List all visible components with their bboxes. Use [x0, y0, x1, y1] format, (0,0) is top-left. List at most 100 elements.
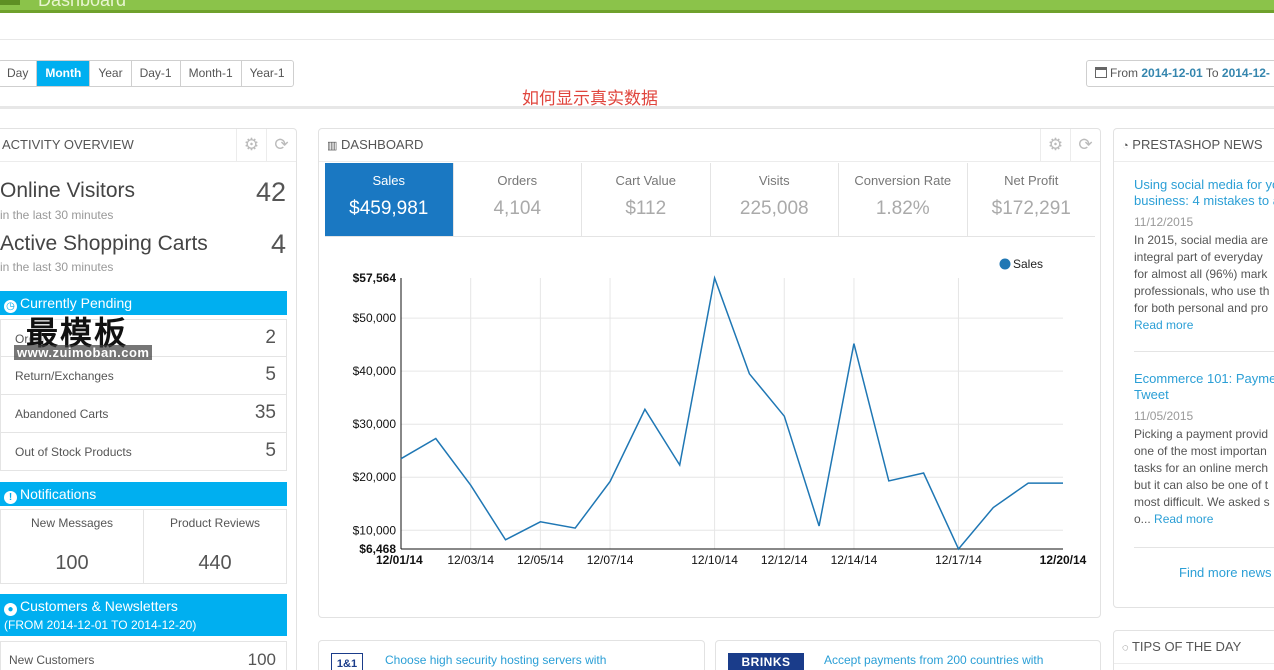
gear-icon[interactable]: ⚙: [1040, 129, 1070, 161]
news-date: 11/05/2015: [1134, 409, 1194, 423]
news-body-line: In 2015, social media are: [1134, 233, 1269, 247]
x-tick-label: 12/17/14: [935, 553, 982, 567]
pending-row-abandoned-carts[interactable]: Abandoned Carts 35: [0, 395, 287, 433]
read-more-link[interactable]: Read more: [1134, 317, 1274, 334]
news-item-title[interactable]: Using social media for you business: 4 m…: [1134, 177, 1274, 209]
bar-chart-icon: ▥: [327, 140, 338, 152]
news-title-line: Ecommerce 101: Payment: [1134, 371, 1274, 386]
sub-bar: [0, 16, 1274, 40]
pending-row-out-of-stock[interactable]: Out of Stock Products 5: [0, 433, 287, 471]
product-reviews-cell[interactable]: Product Reviews 440: [144, 510, 286, 583]
promo-hosting[interactable]: 1&1 Choose high security hosting servers…: [318, 640, 705, 670]
new-messages-cell[interactable]: New Messages 100: [1, 510, 144, 583]
news-header: ◔ PRESTASHOP NEWS: [1114, 129, 1274, 162]
x-tick-label: 12/20/14: [1040, 553, 1087, 567]
y-tick-label: $20,000: [353, 470, 397, 484]
active-carts-label: Active Shopping Carts: [0, 232, 208, 255]
kpi-value: $172,291: [991, 198, 1071, 219]
kpi-label: Sales: [372, 173, 406, 188]
activity-overview-header: ACTIVITY OVERVIEW ⚙ ⟳: [0, 129, 296, 162]
online-visitors-label: Online Visitors: [0, 179, 136, 202]
period-year-button[interactable]: Year: [90, 61, 132, 86]
gear-icon[interactable]: ⚙: [236, 129, 266, 161]
promo-payments[interactable]: BRINKS Accept payments from 200 countrie…: [715, 640, 1101, 670]
kpi-tabs: Sales $459,981 Orders 4,104 Cart Value $…: [325, 163, 1095, 237]
refresh-icon[interactable]: ⟳: [1070, 129, 1100, 161]
kpi-visits[interactable]: Visits 225,008: [711, 163, 839, 236]
kpi-label: Net Profit: [1004, 173, 1059, 188]
x-tick-label: 12/05/14: [517, 553, 564, 567]
tips-title: TIPS OF THE DAY: [1131, 639, 1242, 654]
date-from: 2014-12-01: [1141, 66, 1203, 80]
exclamation-icon: !: [4, 491, 17, 504]
pending-row-returns[interactable]: Return/Exchanges 5: [0, 357, 287, 395]
customers-value: 100: [247, 650, 276, 669]
top-bar: Dashboard: [0, 0, 1274, 13]
pending-label: Abandoned Carts: [15, 407, 109, 421]
customers-title: Customers & Newsletters: [20, 598, 178, 614]
activity-overview-title: ACTIVITY OVERVIEW: [2, 137, 134, 152]
y-tick-label: $50,000: [353, 311, 397, 325]
x-tick-label: 12/10/14: [691, 553, 738, 567]
kpi-conversion-rate[interactable]: Conversion Rate 1.82%: [839, 163, 968, 236]
x-tick-label: 12/03/14: [447, 553, 494, 567]
rss-icon: ◔: [1122, 140, 1129, 152]
notif-label: New Messages: [30, 516, 114, 530]
date-to: 2014-12-: [1221, 66, 1270, 80]
active-carts-value: 4: [270, 229, 286, 259]
find-more-news-link[interactable]: Find more news: [1179, 565, 1271, 580]
read-more-link[interactable]: Read more: [1154, 512, 1213, 526]
news-body-line: for almost all (96%) mark: [1134, 267, 1268, 281]
period-button-group: Day Month Year Day-1 Month-1 Year-1: [0, 60, 294, 87]
date-from-label: From: [1110, 66, 1138, 80]
pending-value: 5: [265, 440, 276, 461]
news-body-tail: o...: [1134, 512, 1151, 526]
customers-subtitle: (FROM 2014-12-01 TO 2014-12-20): [4, 618, 197, 632]
x-tick-label: 12/14/14: [831, 553, 878, 567]
divider: [0, 106, 1274, 109]
refresh-icon[interactable]: ⟳: [266, 129, 296, 161]
period-month-prev-button[interactable]: Month-1: [181, 61, 242, 86]
tips-header: ◌ TIPS OF THE DAY: [1114, 631, 1274, 664]
promo-logo: BRINKS: [728, 653, 804, 670]
active-carts-sub: in the last 30 minutes: [0, 260, 114, 274]
kpi-sales[interactable]: Sales $459,981: [325, 163, 454, 236]
news-body-line: professionals, who use th: [1134, 284, 1270, 298]
period-year-prev-button[interactable]: Year-1: [242, 61, 293, 86]
kpi-orders[interactable]: Orders 4,104: [454, 163, 582, 236]
period-day-prev-button[interactable]: Day-1: [132, 61, 181, 86]
y-tick-label: $30,000: [353, 417, 397, 431]
menu-toggle[interactable]: [0, 0, 20, 5]
online-visitors-value: 42: [255, 177, 286, 207]
promo-text: Choose high security hosting servers wit…: [385, 653, 607, 667]
notifications-box: New Messages 100 Product Reviews 440: [0, 509, 287, 584]
kpi-value: $459,981: [349, 198, 429, 219]
kpi-cart-value[interactable]: Cart Value $112: [582, 163, 711, 236]
user-icon: ●: [4, 603, 17, 616]
period-month-button[interactable]: Month: [37, 61, 91, 86]
legend-marker: [999, 258, 1011, 270]
period-day-button[interactable]: Day: [0, 61, 38, 86]
promo-text: Accept payments from 200 countries with: [824, 653, 1044, 667]
customers-newsletters-header[interactable]: ● Customers & Newsletters (FROM 2014-12-0…: [0, 594, 287, 636]
x-tick-label: 12/01/14: [376, 553, 423, 567]
pending-value: 2: [265, 327, 276, 348]
online-visitors-sub: in the last 30 minutes: [0, 208, 114, 222]
news-divider: [1134, 351, 1274, 352]
news-item-title[interactable]: Ecommerce 101: Payment Tweet: [1134, 371, 1274, 403]
news-body-line: Picking a payment provid: [1134, 427, 1269, 441]
news-body-line: integral part of everyday: [1134, 250, 1263, 264]
date-range-picker[interactable]: From 2014-12-01 To 2014-12-: [1086, 60, 1274, 87]
dashboard-header: ▥ DASHBOARD ⚙ ⟳: [319, 129, 1100, 162]
news-body-line: one of the most importan: [1134, 444, 1267, 458]
new-customers-row[interactable]: New Customers 100: [0, 641, 287, 670]
notif-label: Product Reviews: [169, 516, 261, 530]
kpi-net-profit[interactable]: Net Profit $172,291: [968, 163, 1096, 236]
notif-value: 440: [198, 552, 232, 574]
sales-series-line: [400, 275, 1063, 551]
news-date: 11/12/2015: [1134, 215, 1194, 229]
activity-overview-panel: ACTIVITY OVERVIEW ⚙ ⟳ Online Visitors in…: [0, 128, 297, 670]
x-tick-label: 12/07/14: [587, 553, 634, 567]
notifications-header[interactable]: ! Notifications: [0, 482, 287, 506]
legend-label: Sales: [1013, 257, 1043, 271]
